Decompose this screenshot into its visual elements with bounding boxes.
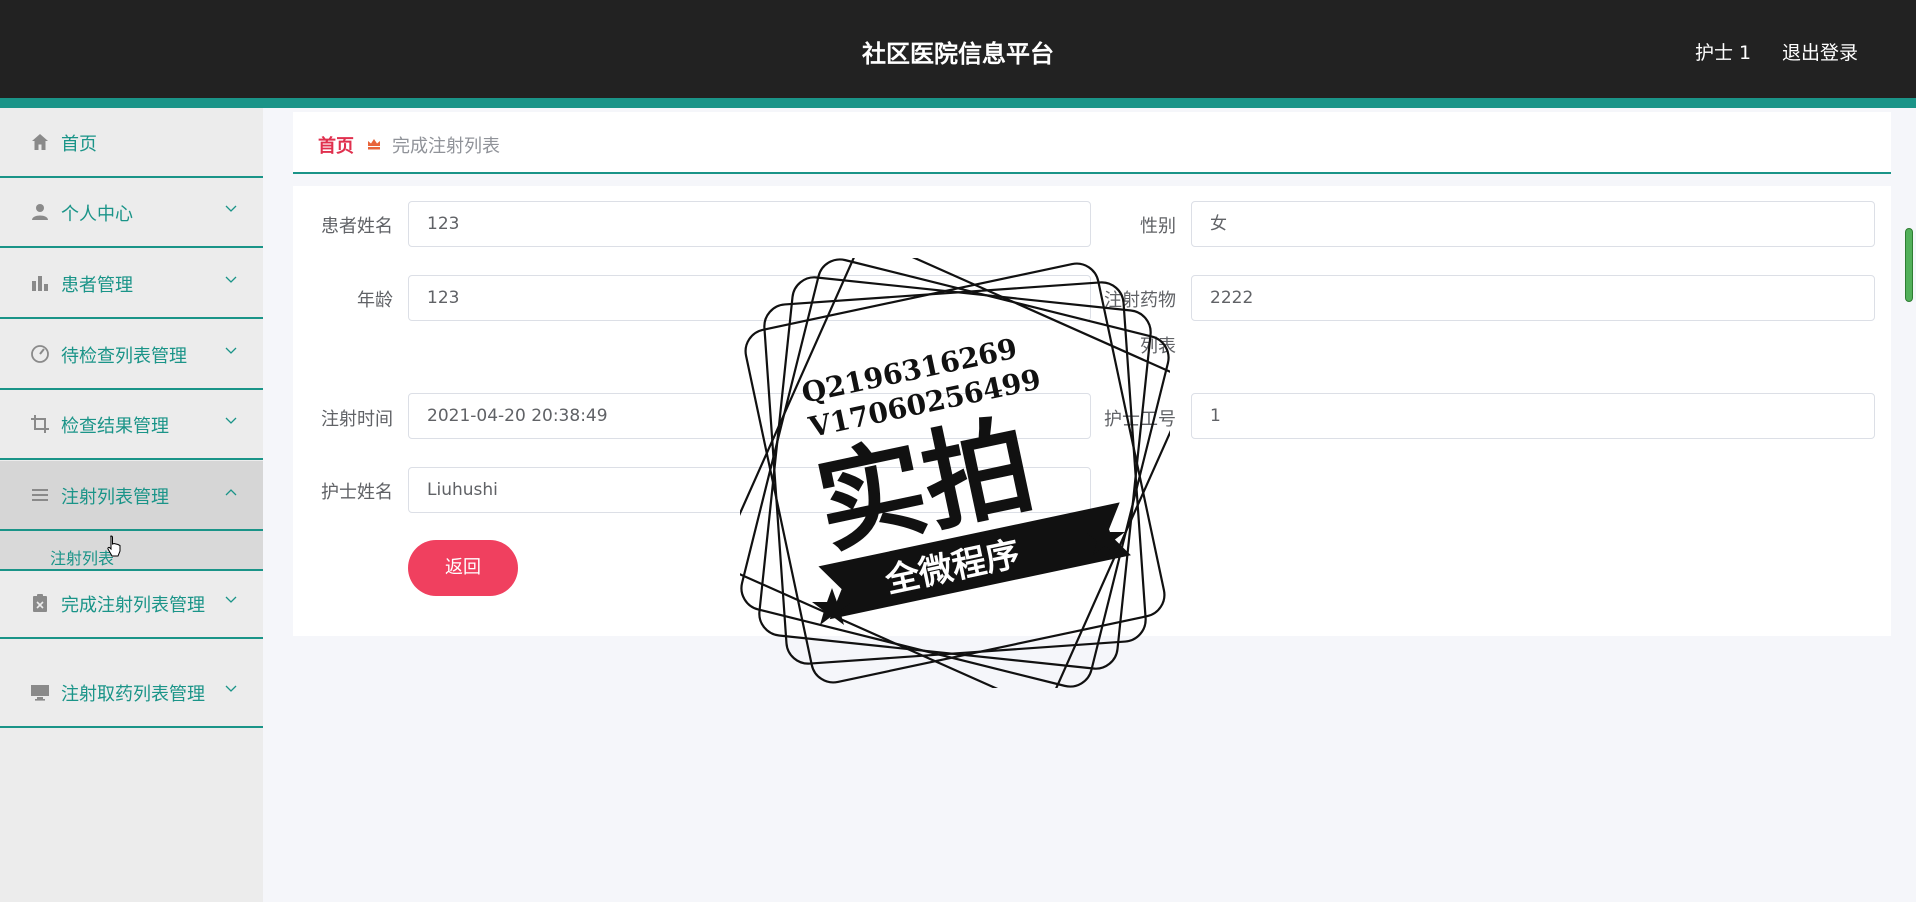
- chevron-down-icon: [225, 596, 237, 603]
- gender-field[interactable]: 女: [1191, 201, 1875, 247]
- nurse-name-field[interactable]: Liuhushi: [408, 467, 1091, 513]
- chevron-down-icon: [225, 685, 237, 692]
- gauge-icon: [31, 345, 49, 363]
- sidebar-subitem-injection-list[interactable]: 注射列表: [0, 531, 263, 571]
- nurse-id-label: 护士工号: [1104, 409, 1176, 430]
- sidebar-item-label: 完成注射列表管理: [61, 595, 205, 616]
- age-label: 年龄: [357, 290, 393, 311]
- sidebar-item-injection-list[interactable]: 注射列表管理: [0, 461, 263, 531]
- sidebar-item-label: 检查结果管理: [61, 416, 169, 437]
- chevron-down-icon: [225, 417, 237, 424]
- drug-list-label: 注射药物: [1104, 290, 1176, 311]
- sidebar-item-label: 首页: [61, 134, 97, 155]
- injection-time-field[interactable]: 2021-04-20 20:38:49: [408, 393, 1091, 439]
- sidebar-item-label: 个人中心: [61, 204, 133, 225]
- sidebar-subitem-label: 注射列表: [50, 549, 115, 568]
- injection-time-label: 注射时间: [321, 409, 393, 430]
- breadcrumb-current: 完成注射列表: [392, 136, 500, 157]
- patient-name-label: 患者姓名: [321, 216, 393, 237]
- crop-icon: [31, 415, 49, 433]
- sidebar-item-label: 患者管理: [61, 275, 133, 296]
- hand-cursor-icon: [107, 535, 121, 557]
- app-title: 社区医院信息平台: [862, 40, 1054, 68]
- sidebar-item-label: 待检查列表管理: [61, 346, 187, 367]
- sidebar-item-label: 注射取药列表管理: [61, 684, 205, 705]
- sidebar-item-home[interactable]: 首页: [0, 108, 263, 178]
- crown-separator-icon: [368, 139, 380, 150]
- user-icon: [32, 204, 48, 220]
- gender-label: 性别: [1140, 216, 1176, 237]
- age-field[interactable]: 123: [408, 275, 1091, 321]
- back-button[interactable]: 返回: [408, 540, 518, 596]
- nurse-name-label: 护士姓名: [321, 482, 393, 503]
- sidebar-item-personal-center[interactable]: 个人中心: [0, 178, 263, 248]
- home-icon: [32, 134, 48, 150]
- page-scrollbar-thumb[interactable]: [1905, 228, 1913, 302]
- nurse-id-field[interactable]: 1: [1191, 393, 1875, 439]
- chevron-up-icon: [225, 489, 237, 496]
- patient-name-field[interactable]: 123: [408, 201, 1091, 247]
- chevron-down-icon: [225, 276, 237, 283]
- sidebar-item-exam-results[interactable]: 检查结果管理: [0, 390, 263, 460]
- header-accent-bar: [0, 98, 1916, 108]
- top-header: 社区医院信息平台 护士 1 退出登录: [0, 0, 1916, 98]
- sidebar: 首页 个人中心 患者管理 待检查列表管理 检查结果管理 注射列表管理 注射列表 …: [0, 108, 263, 902]
- chevron-down-icon: [225, 347, 237, 354]
- sidebar-item-completed-injection[interactable]: 完成注射列表管理: [0, 569, 263, 639]
- monitor-icon: [31, 685, 49, 701]
- bar-chart-icon: [32, 276, 48, 291]
- breadcrumb-home-link[interactable]: 首页: [318, 132, 354, 158]
- list-icon: [32, 489, 48, 501]
- logout-link[interactable]: 退出登录: [1782, 38, 1858, 65]
- clipboard-x-icon: [33, 594, 47, 612]
- sidebar-item-injection-pickup[interactable]: 注射取药列表管理: [0, 658, 263, 728]
- breadcrumb: 首页 完成注射列表: [293, 112, 1891, 174]
- chevron-down-icon: [225, 205, 237, 212]
- sidebar-item-pending-exam[interactable]: 待检查列表管理: [0, 320, 263, 390]
- drug-list-field[interactable]: 2222: [1191, 275, 1875, 321]
- sidebar-item-patient-management[interactable]: 患者管理: [0, 249, 263, 319]
- sidebar-item-label: 注射列表管理: [61, 487, 169, 508]
- current-user[interactable]: 护士 1: [1695, 38, 1751, 65]
- drug-list-label-cont: 列表: [1140, 336, 1176, 357]
